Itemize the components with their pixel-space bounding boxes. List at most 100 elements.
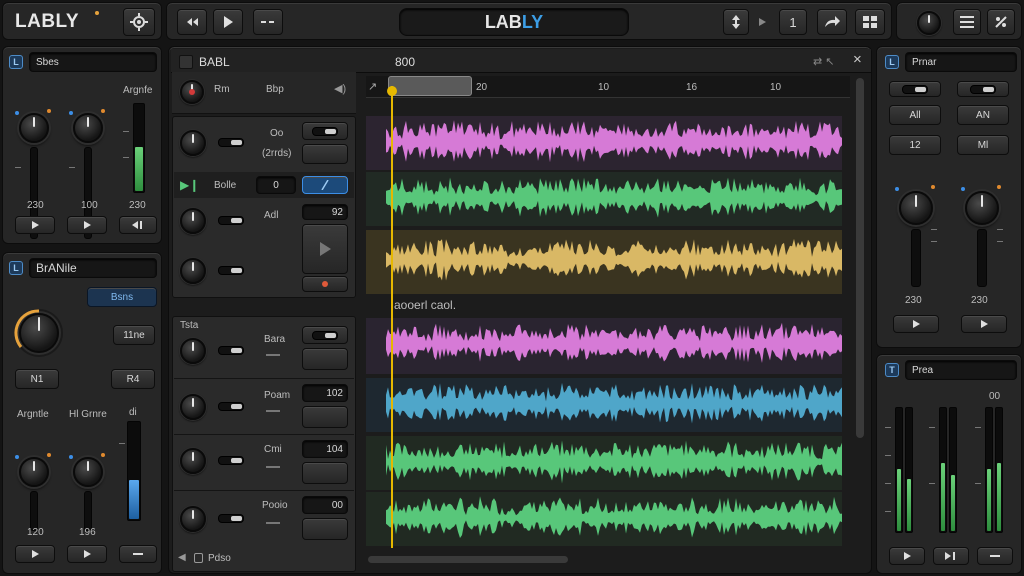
waveform-lane-5[interactable] <box>366 380 842 432</box>
toggle-slot-2[interactable] <box>957 81 1009 97</box>
track-knob-8[interactable] <box>180 506 206 532</box>
track-toggle-3[interactable] <box>218 216 244 225</box>
skip-icon <box>83 550 91 558</box>
track-toggle-6[interactable] <box>218 402 244 411</box>
r4-button[interactable]: R4 <box>111 369 155 389</box>
track-value-7[interactable]: 104 <box>302 440 348 458</box>
meter-3b <box>995 407 1003 533</box>
ml-label: Ml <box>977 139 989 151</box>
track-knob-5[interactable] <box>180 338 206 364</box>
settings-button[interactable] <box>123 8 155 36</box>
playhead-line[interactable] <box>391 86 393 548</box>
r4-label: R4 <box>126 373 140 385</box>
track-toggle-1[interactable] <box>218 138 244 147</box>
knob-arc <box>14 309 40 348</box>
track-value-8[interactable]: 00 <box>302 496 348 514</box>
track-play-pad[interactable] <box>302 224 348 274</box>
n1-button[interactable]: N1 <box>15 369 59 389</box>
track-value-3[interactable]: 92 <box>302 204 348 220</box>
track-btn-5a[interactable] <box>302 326 348 344</box>
meter-tick-5 <box>929 427 935 428</box>
speaker-small-icon[interactable]: ◀ <box>178 552 186 563</box>
fader-track-r2[interactable] <box>977 229 987 287</box>
knob-4[interactable] <box>73 457 103 487</box>
waveform-lane-2[interactable] <box>366 174 842 226</box>
skip-button-2[interactable] <box>67 216 107 234</box>
waveform-lane-6[interactable] <box>366 438 842 490</box>
header-icons[interactable]: ⇄ ↖ <box>813 55 835 68</box>
twelve-button[interactable]: 12 <box>889 135 941 155</box>
track-toggle-7[interactable] <box>218 456 244 465</box>
track-btn-5b[interactable] <box>302 348 348 370</box>
layout-button[interactable] <box>855 9 885 35</box>
stop-button[interactable] <box>253 9 283 35</box>
track-knob-3[interactable] <box>180 208 206 234</box>
waveform-lane-4[interactable] <box>366 320 842 372</box>
play-button-r2[interactable] <box>961 315 1007 333</box>
track-btn-6b[interactable] <box>302 406 348 428</box>
track-toggle-4[interactable] <box>218 266 244 275</box>
play-button-4[interactable] <box>15 545 55 563</box>
track-knob-4[interactable] <box>180 258 206 284</box>
mixer-button[interactable] <box>987 9 1015 35</box>
playhead-handle[interactable] <box>387 86 397 96</box>
panel-name-field[interactable]: BrANile <box>29 258 157 278</box>
skip-button-5[interactable] <box>67 545 107 563</box>
an-button[interactable]: AN <box>957 105 1009 125</box>
redo-button[interactable] <box>817 9 847 35</box>
play-button-1[interactable] <box>15 216 55 234</box>
play-button-r1[interactable] <box>893 315 939 333</box>
panel-name-field[interactable]: Sbes <box>29 52 157 72</box>
knob-3[interactable] <box>19 457 49 487</box>
speaker-icon[interactable]: ◀) <box>334 82 346 95</box>
loop-region[interactable] <box>388 76 472 96</box>
knob-2[interactable] <box>73 113 103 143</box>
track-knob-7[interactable] <box>180 448 206 474</box>
fader-track-3[interactable] <box>30 491 38 531</box>
minus-button-m3[interactable] <box>977 547 1013 565</box>
track-active-button[interactable] <box>302 176 348 194</box>
panel-name-field[interactable]: Prea <box>905 360 1017 380</box>
track-btn-1b[interactable] <box>302 144 348 164</box>
play-button-m1[interactable] <box>889 547 925 565</box>
cursor-tool-icon[interactable]: ↗ <box>368 80 377 93</box>
ml-button[interactable]: Ml <box>957 135 1009 155</box>
track-knob-6[interactable] <box>180 394 206 420</box>
knob-r2[interactable] <box>965 191 999 225</box>
track-rec-button[interactable] <box>302 276 348 292</box>
track-btn-7b[interactable] <box>302 462 348 484</box>
minus-button-6[interactable] <box>119 545 157 563</box>
play-button[interactable] <box>213 9 243 35</box>
all-button[interactable]: All <box>889 105 941 125</box>
track-toggle-8[interactable] <box>218 514 244 523</box>
track-btn-1a[interactable] <box>302 122 348 140</box>
horizontal-scrollbar[interactable] <box>368 556 568 563</box>
waveform-lane-7[interactable] <box>366 494 842 546</box>
play-next-icon[interactable]: ▶❙ <box>180 178 199 192</box>
track-knob-1[interactable] <box>180 130 206 156</box>
fader-track-4[interactable] <box>84 491 92 531</box>
track-toggle-5[interactable] <box>218 346 244 355</box>
rewind-button-3[interactable] <box>119 216 157 234</box>
master-knob[interactable] <box>917 11 941 35</box>
toggle-slot-1[interactable] <box>889 81 941 97</box>
knob-1[interactable] <box>19 113 49 143</box>
track-btn-8b[interactable] <box>302 518 348 540</box>
knob-r1[interactable] <box>899 191 933 225</box>
vertical-scrollbar[interactable] <box>856 78 864 438</box>
counter-display[interactable]: 1 <box>779 9 807 35</box>
menu-button[interactable] <box>953 9 981 35</box>
blue-mode-button[interactable]: Bsns <box>87 287 157 307</box>
fader-track-r1[interactable] <box>911 229 921 287</box>
track-value-2[interactable]: 0 <box>256 176 296 194</box>
skip-button-m2[interactable] <box>933 547 969 565</box>
track-value-6[interactable]: 102 <box>302 384 348 402</box>
small-option-button[interactable]: 11ne <box>113 325 155 345</box>
waveform-lane-1[interactable] <box>366 118 842 170</box>
waveform-lane-3[interactable] <box>366 236 842 288</box>
close-icon[interactable]: × <box>853 51 862 68</box>
tempo-button[interactable] <box>723 9 749 35</box>
panel-name-field[interactable]: Prnar <box>905 52 1017 72</box>
small-play-icon[interactable] <box>759 18 766 26</box>
add-track-button[interactable] <box>177 9 207 35</box>
